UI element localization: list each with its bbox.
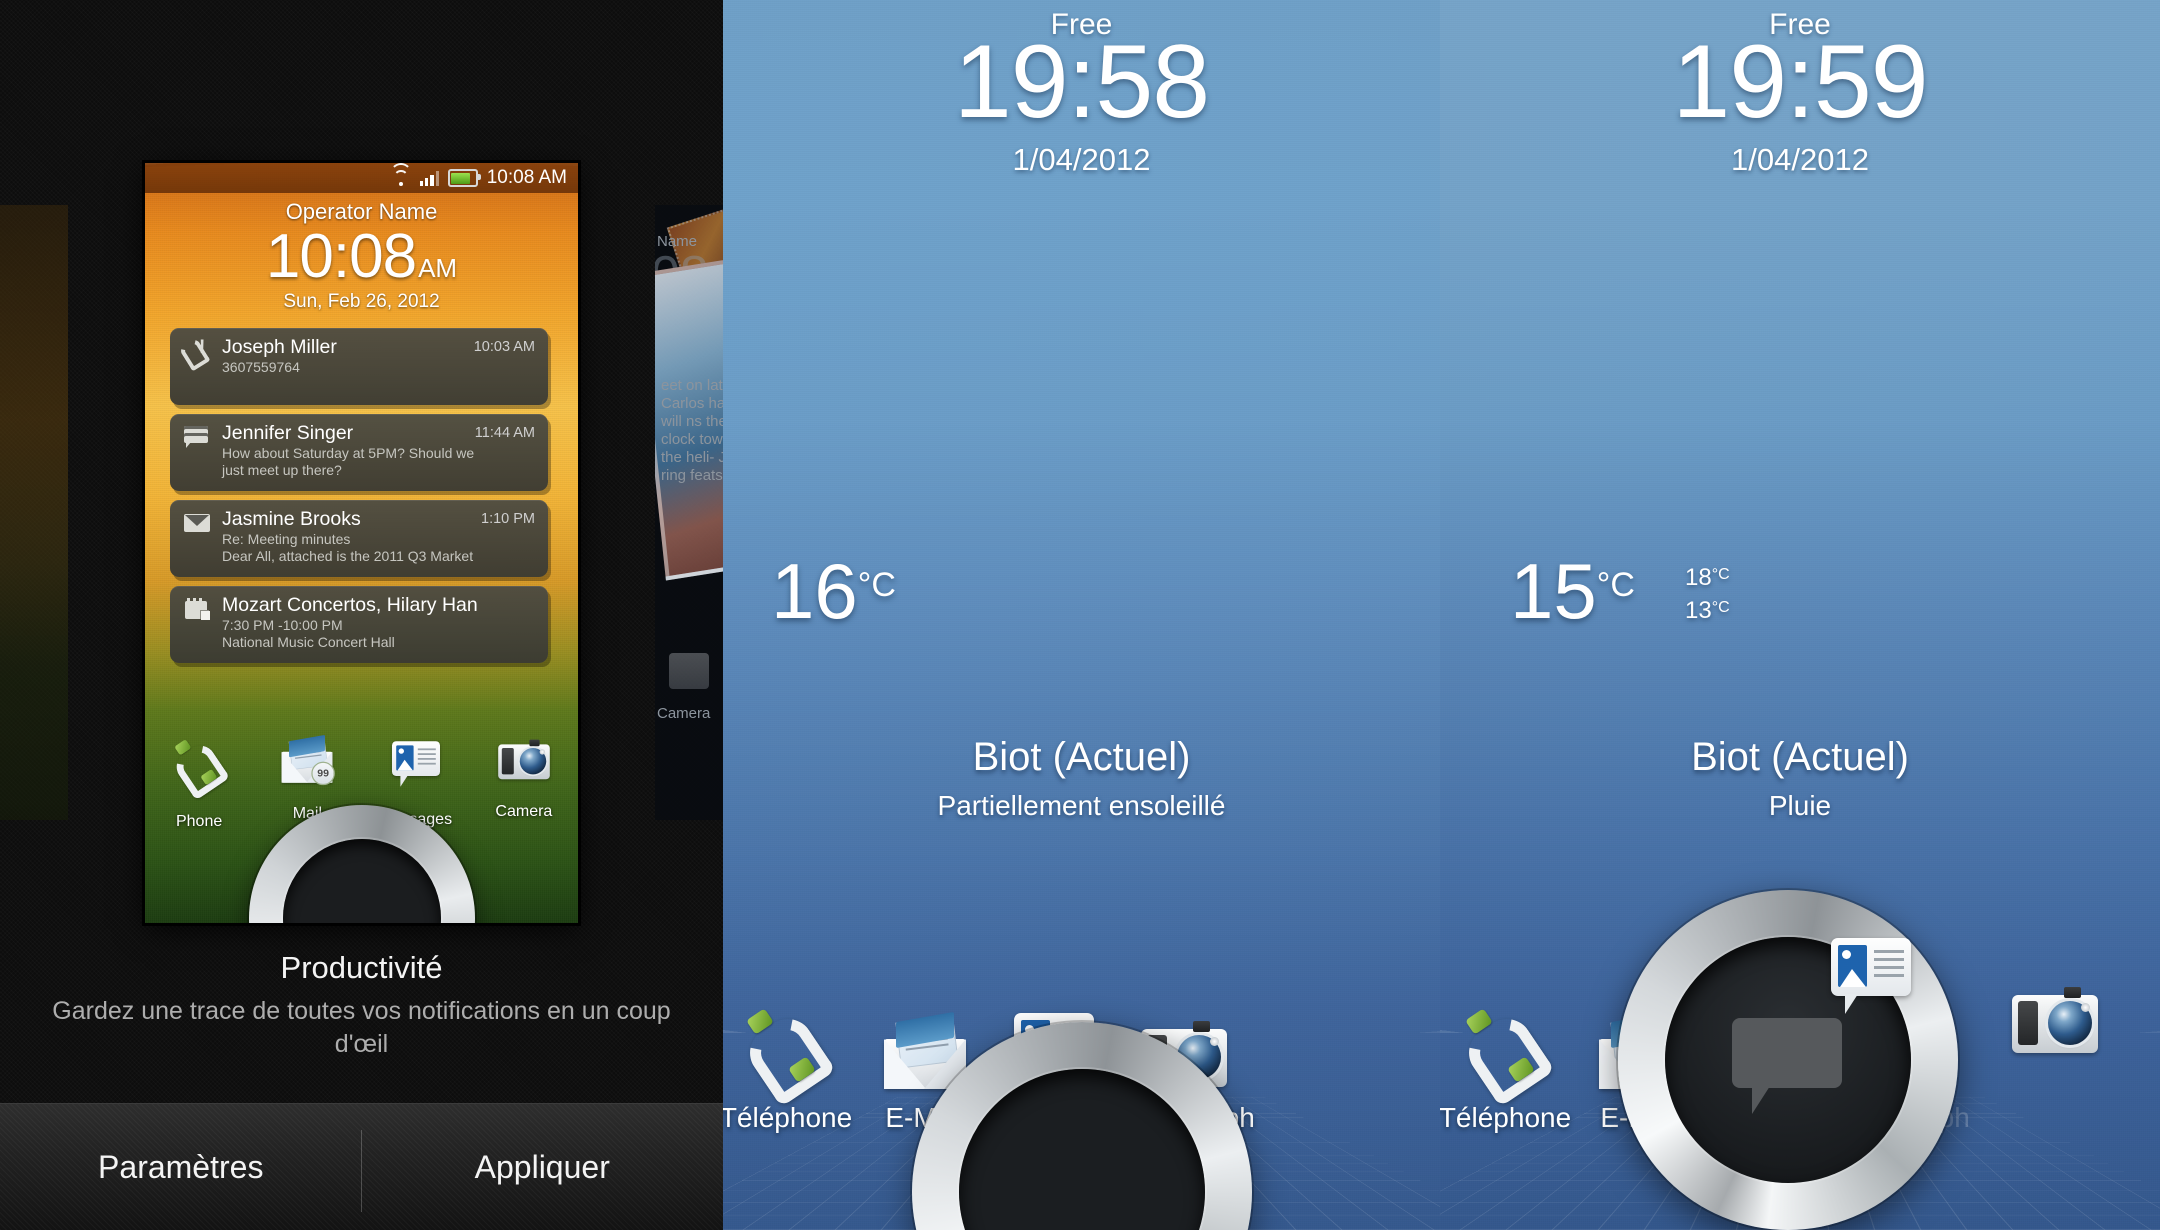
notification-line-2: National Music Concert Hall [222,634,395,650]
notification-time: 11:44 AM [474,425,535,441]
notification-line-1: How about Saturday at 5PM? Should we [222,445,475,461]
messages-icon [1831,938,1911,1014]
lockscreen-chooser-panel: Phone 10:08 AM Name 08 26, 2012 10:08 ee… [0,0,723,1230]
notification-line-1: 3607559764 [222,359,300,375]
lockscreen-date: 1/04/2012 [1012,142,1151,177]
style-description: Gardez une trace de toutes vos notificat… [52,997,671,1058]
status-bar-time: 10:08 AM [486,167,567,188]
notification-item[interactable]: Jasmine Brooks 1:10 PM Re: Meeting minut… [170,500,548,577]
style-caption: Productivité Gardez une trace de toutes … [0,950,723,1061]
dock-label: Téléphone [1440,1102,1572,1133]
notification-line-1: 7:30 PM -10:00 PM [222,617,343,633]
footer-divider [361,1130,362,1212]
temperature-value: 15 [1510,547,1597,635]
notification-item[interactable]: Jennifer Singer 11:44 AM How about Satur… [170,414,548,491]
high-temp-row: 18°C [1685,560,1730,593]
calendar-icon [184,598,210,620]
lockscreen-clock: 19:58 [953,24,1210,140]
mail-icon [184,512,210,534]
preview-dock-label: Phone [175,813,223,830]
dock-item-phone[interactable]: Téléphone [723,1008,861,1134]
notification-line-1: Re: Meeting minutes [222,531,351,547]
high-low-temperature: 18°C 13°C [1685,560,1730,626]
apply-button[interactable]: Appliquer [362,1104,724,1230]
preview-date: Sun, Feb 26, 2012 [283,291,440,312]
notification-title: Mozart Concertos, Hilary Han [222,594,478,616]
phone-icon [1458,1008,1556,1108]
signal-icon [419,170,439,186]
lockscreen-date: 1/04/2012 [1731,142,1869,177]
city-label: Biot (Actuel) [972,735,1191,779]
temperature-unit: °C [857,566,896,604]
dock-item-phone[interactable]: Téléphone [1440,1008,1580,1134]
notification-item[interactable]: Mozart Concertos, Hilary Han 7:30 PM -10… [170,586,548,663]
ghost-label: Camera [657,705,711,722]
carousel-previous-preview[interactable]: Phone [0,205,68,820]
style-title: Productivité [280,950,443,985]
battery-icon [447,169,481,187]
wifi-icon [389,163,412,186]
notification-line-2: Dear All, attached is the 2011 Q3 Market [222,548,474,564]
lockscreen-preview[interactable]: 10:08 AM Operator Name 10:08AM Sun, Feb … [145,163,578,923]
dock-item-camera-icon[interactable] [2012,987,2098,1060]
preview-status-bar: 10:08 AM [145,163,578,193]
message-placeholder-icon [1732,1018,1842,1114]
notification-time: 10:03 AM [473,339,535,355]
temperature-unit: °C [1596,566,1635,604]
carousel-next-preview[interactable]: 10:08 AM Name 08 26, 2012 10:08 eet on l… [655,205,723,820]
footer-bar: Paramètres Appliquer [0,1103,723,1230]
city-label: Biot (Actuel) [1691,735,1909,779]
notification-line-2: just meet up there? [222,462,342,478]
dim-overlay [0,205,68,820]
missed-call-icon [184,337,210,362]
current-temperature: 15°C [1510,552,1635,630]
high-temp-value: 18 [1685,564,1712,591]
temperature-value: 16 [771,547,858,635]
preview-dock-item-camera[interactable]: Camera [470,726,578,831]
notification-time: 1:10 PM [481,511,535,527]
notification-item[interactable]: Joseph Miller 10:03 AM 3607559764 [170,328,548,405]
preview-clock-time: 10:08 [265,222,417,291]
condition-label: Pluie [1768,790,1832,821]
lockscreen-clock: 19:59 [1672,24,1928,140]
camera-icon [2012,987,2098,1055]
low-temp-value: 13 [1685,597,1712,624]
messages-icon [391,741,440,787]
ghost-body-text: eet on later in ere Carlos has icopter w… [661,377,723,484]
mail-icon: 99 [281,734,336,786]
ghost-app-icon [669,653,709,689]
dock-label: Téléphone [723,1102,853,1133]
preview-clock-ampm: AM [418,253,458,283]
preview-clock: 10:08AM [145,221,578,292]
weather-lockscreen-before: Free 19:58 1/04/2012 16°C Biot (Actuel) … [723,0,1440,1230]
screenshot-root: Phone 10:08 AM Name 08 26, 2012 10:08 ee… [0,0,2160,1230]
message-icon [184,426,210,448]
preview-dock-item-phone[interactable]: Phone [145,726,253,831]
current-temperature: 16°C [771,552,896,630]
low-temp-row: 13°C [1685,593,1730,626]
low-temp-unit: °C [1711,599,1730,616]
dragged-messages-shortcut[interactable] [1831,938,1911,1019]
phone-icon [170,739,231,801]
phone-icon [739,1008,837,1108]
high-temp-unit: °C [1711,566,1730,583]
camera-icon [498,739,550,781]
preview-dock-label: Camera [495,803,553,820]
condition-label: Partiellement ensoleillé [937,790,1226,821]
settings-button[interactable]: Paramètres [0,1104,362,1230]
